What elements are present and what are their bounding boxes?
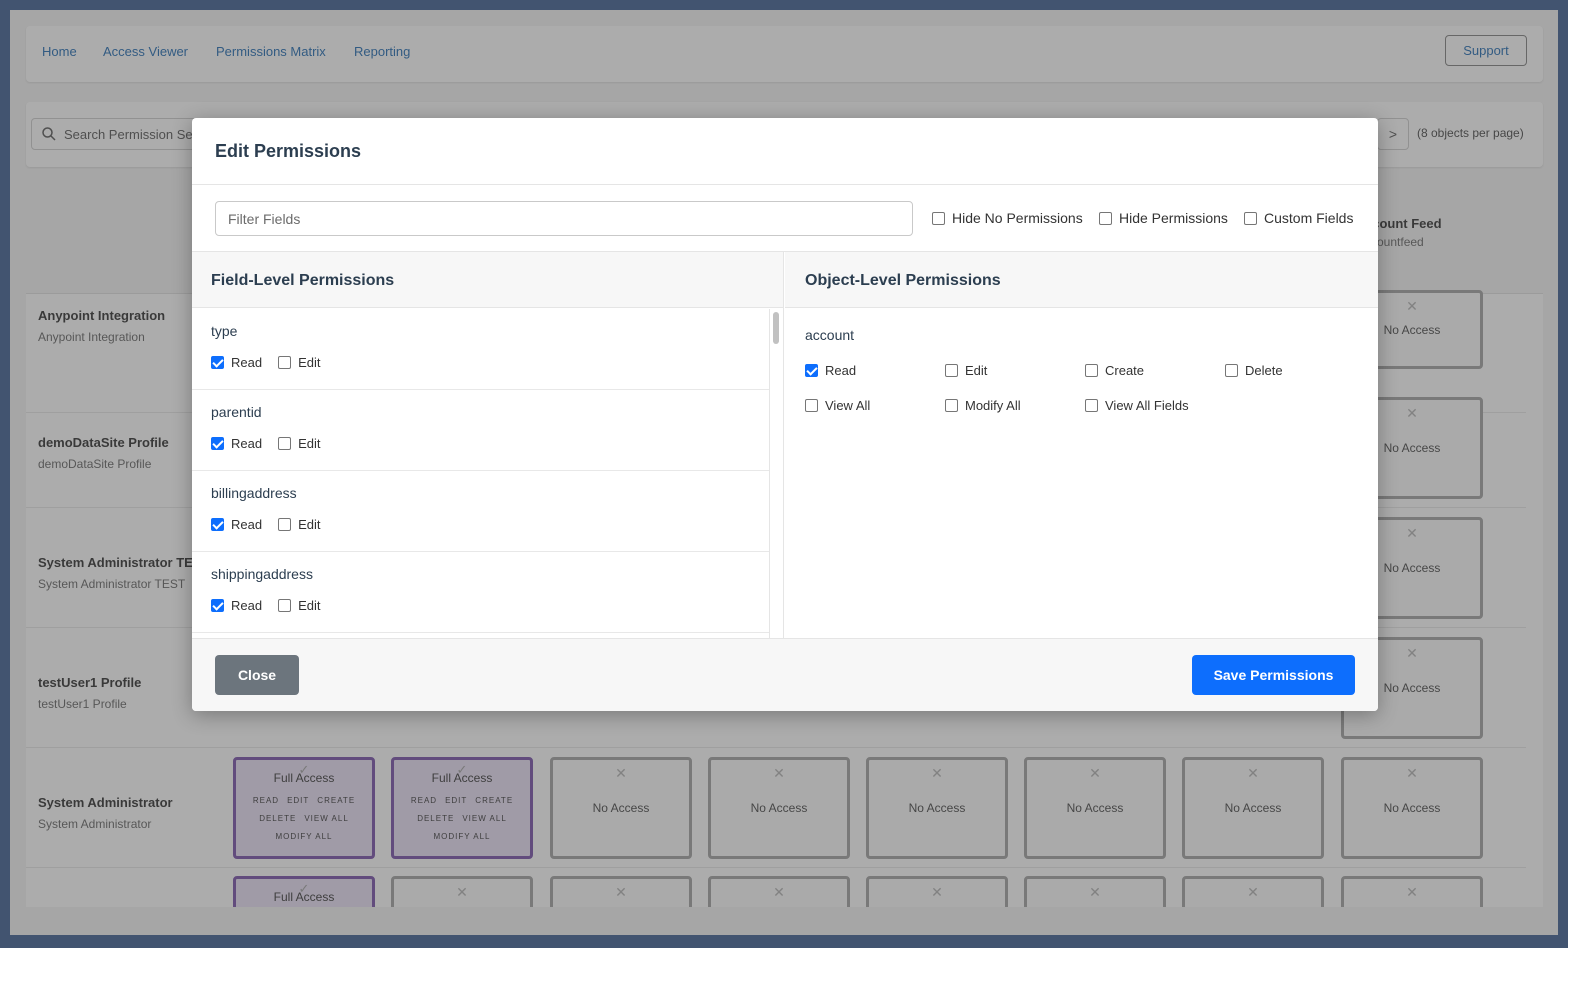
custom-fields-checkbox[interactable] [1244,211,1257,225]
object-permission-label: Create [1105,363,1145,378]
object-permission-label: Edit [965,363,988,378]
field-edit-checkbox[interactable] [278,437,292,450]
object-permission-label: View All [825,398,871,413]
field-name: shippingaddress [211,566,313,582]
read-label: Read [231,598,263,613]
modal-footer: Close Save Permissions [192,638,1378,711]
field-name: billingaddress [211,485,297,501]
object-permission-label: Delete [1245,363,1283,378]
field-edit-checkbox[interactable] [278,518,292,531]
save-permissions-button[interactable]: Save Permissions [1192,655,1355,695]
field-permission-item: type Read Edit [192,309,769,390]
modal-title: Edit Permissions [215,141,362,161]
field-read-checkbox[interactable] [211,599,224,612]
field-edit-option[interactable]: Edit [278,598,320,613]
field-read-checkbox[interactable] [211,518,224,531]
panel-divider [783,252,784,638]
object-permission-checkbox[interactable] [945,364,958,377]
object-permission-option[interactable]: Create [1085,363,1144,378]
read-label: Read [231,355,263,370]
object-permission-option[interactable]: View All [805,398,870,413]
custom-fields-option[interactable]: Custom Fields [1244,210,1353,226]
field-list: type Read Edit parentid Read Edit billingaddre… [192,309,770,638]
object-permission-checkbox[interactable] [1085,364,1098,377]
field-read-checkbox[interactable] [211,356,224,369]
object-permission-option[interactable]: View All Fields [1085,398,1189,413]
hide-no-permissions-checkbox[interactable] [932,211,945,225]
read-label: Read [231,436,263,451]
field-name: type [211,323,238,339]
field-edit-option[interactable]: Edit [278,517,320,532]
field-name: parentid [211,404,262,420]
field-edit-checkbox[interactable] [278,599,292,612]
edit-label: Edit [298,355,321,370]
modal-filter-bar: Hide No Permissions Hide Permissions Cus… [192,184,1378,252]
field-edit-option[interactable]: Edit [278,436,320,451]
field-read-option[interactable]: Read [211,436,262,451]
object-permission-label: View All Fields [1105,398,1189,413]
object-permission-checkbox[interactable] [805,364,818,377]
field-level-panel-header: Field-Level Permissions [192,252,783,308]
field-read-option[interactable]: Read [211,598,262,613]
object-name: account [805,327,855,343]
object-permission-checkbox[interactable] [1225,364,1238,377]
field-edit-checkbox[interactable] [278,356,292,369]
object-permission-label: Read [825,363,857,378]
object-permission-option[interactable]: Read [805,363,856,378]
field-read-option[interactable]: Read [211,517,262,532]
hide-no-permissions-label: Hide No Permissions [952,210,1083,226]
object-permission-option[interactable]: Modify All [945,398,1021,413]
object-permission-checkbox[interactable] [805,399,818,412]
field-list-scrollbar[interactable] [773,312,779,344]
object-permission-label: Modify All [965,398,1021,413]
hide-permissions-checkbox[interactable] [1099,211,1112,225]
field-read-option[interactable]: Read [211,355,262,370]
hide-no-permissions-option[interactable]: Hide No Permissions [932,210,1083,226]
close-button[interactable]: Close [215,655,299,695]
edit-label: Edit [298,598,321,613]
object-permission-option[interactable]: Edit [945,363,987,378]
field-permission-item: shippingaddress Read Edit [192,552,769,633]
filter-fields-input[interactable] [215,201,913,236]
field-permission-item: billingaddress Read Edit [192,471,769,552]
hide-permissions-option[interactable]: Hide Permissions [1099,210,1228,226]
read-label: Read [231,517,263,532]
edit-label: Edit [298,517,321,532]
edit-label: Edit [298,436,321,451]
field-edit-option[interactable]: Edit [278,355,320,370]
field-permission-item: parentid Read Edit [192,390,769,471]
hide-permissions-label: Hide Permissions [1119,210,1228,226]
object-permission-checkbox[interactable] [1085,399,1098,412]
custom-fields-label: Custom Fields [1264,210,1354,226]
field-read-checkbox[interactable] [211,437,224,450]
object-level-panel-header: Object-Level Permissions [785,252,1378,308]
object-level-title: Object-Level Permissions [805,272,1001,289]
object-permission-option[interactable]: Delete [1225,363,1283,378]
object-permission-checkbox[interactable] [945,399,958,412]
edit-permissions-modal: Edit Permissions Hide No Permissions Hid… [192,118,1378,711]
field-level-title: Field-Level Permissions [211,272,395,289]
